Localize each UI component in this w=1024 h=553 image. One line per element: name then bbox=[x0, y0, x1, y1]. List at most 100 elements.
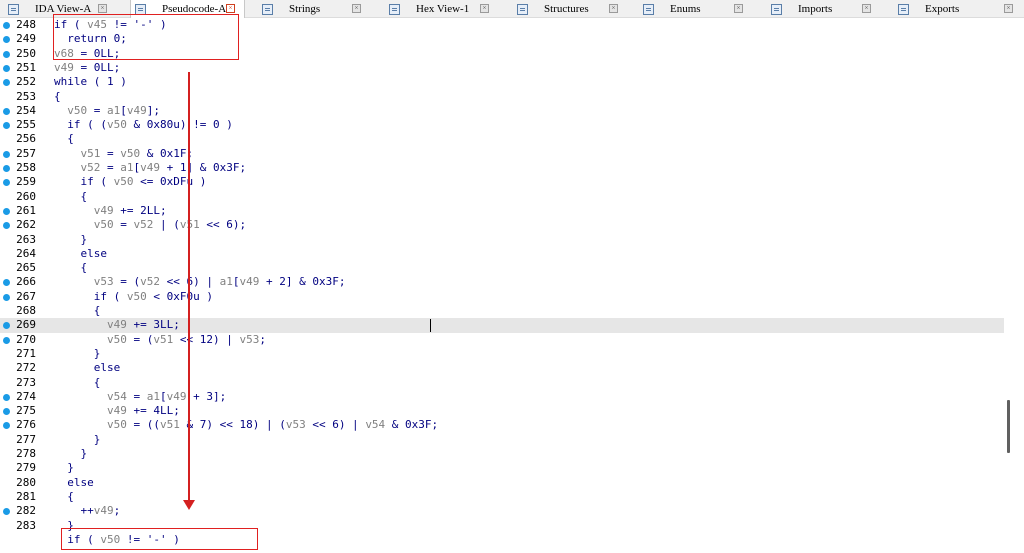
close-tab-icon[interactable]: × bbox=[734, 4, 743, 13]
code-line[interactable]: 261 v49 += 2LL; bbox=[0, 204, 1004, 218]
code-line[interactable]: 265 { bbox=[0, 261, 1004, 275]
line-number: 248 bbox=[16, 18, 36, 31]
breakpoint-dot-icon[interactable] bbox=[3, 36, 10, 44]
code-line[interactable]: 266 v53 = (v52 << 6) | a1[v49 + 2] & 0x3… bbox=[0, 275, 1004, 289]
line-number: 264 bbox=[16, 246, 36, 260]
code-line[interactable]: 279 } bbox=[0, 461, 1004, 475]
view-icon bbox=[389, 3, 400, 15]
code-line[interactable]: 263 } bbox=[0, 233, 1004, 247]
close-tab-icon[interactable]: × bbox=[352, 4, 361, 13]
tab-label: Structures bbox=[544, 3, 589, 15]
source-text: else bbox=[54, 361, 121, 375]
tab-label: Hex View-1 bbox=[416, 3, 470, 15]
breakpoint-dot-icon[interactable] bbox=[3, 322, 10, 330]
line-number: 280 bbox=[16, 475, 36, 489]
breakpoint-dot-icon[interactable] bbox=[3, 336, 10, 344]
breakpoint-dot-icon[interactable] bbox=[3, 50, 10, 58]
code-line[interactable]: 270 v50 = (v51 << 12) | v53; bbox=[0, 333, 1004, 347]
code-line[interactable]: 272 else bbox=[0, 361, 1004, 375]
breakpoint-dot-icon[interactable] bbox=[3, 408, 10, 416]
tab-imports[interactable]: Imports × bbox=[767, 0, 880, 18]
breakpoint-dot-icon[interactable] bbox=[3, 64, 10, 72]
close-tab-icon[interactable]: × bbox=[98, 4, 107, 13]
code-line[interactable]: 268 { bbox=[0, 304, 1004, 318]
code-line[interactable]: 259 if ( v50 <= 0xDFu ) bbox=[0, 175, 1004, 189]
tab-label: Exports bbox=[925, 3, 960, 15]
source-text: v50 = v52 | (v51 << 6); bbox=[93, 218, 247, 232]
source-text: v50 = (v51 << 12) | v53; bbox=[106, 332, 266, 346]
tab-label: Imports bbox=[798, 3, 833, 15]
code-line[interactable]: 282 ++v49; bbox=[0, 504, 1004, 518]
code-line[interactable]: 277 } bbox=[0, 433, 1004, 447]
line-number: 273 bbox=[16, 375, 36, 389]
code-line[interactable]: 260 { bbox=[0, 190, 1004, 204]
code-line[interactable]: 253 { bbox=[0, 90, 1004, 104]
code-line[interactable]: 276 v50 = ((v51 & 7) << 18) | (v53 << 6)… bbox=[0, 418, 1004, 432]
line-number: 249 bbox=[16, 32, 36, 46]
code-line[interactable]: 258 v52 = a1[v49 + 1] & 0x3F; bbox=[0, 161, 1004, 175]
tab-enums[interactable]: Enums × bbox=[639, 0, 752, 18]
scrollbar-thumb[interactable] bbox=[1007, 400, 1010, 453]
source-text: } bbox=[54, 447, 88, 460]
code-line[interactable]: 255 if ( (v50 & 0x80u) != 0 ) bbox=[0, 118, 1004, 132]
code-line[interactable]: 256 { bbox=[0, 132, 1004, 146]
breakpoint-dot-icon[interactable] bbox=[3, 508, 10, 516]
breakpoint-dot-icon[interactable] bbox=[3, 122, 10, 130]
source-text: if ( v50 <= 0xDFu ) bbox=[54, 175, 207, 189]
code-line[interactable]: 254 v50 = a1[v49]; bbox=[0, 104, 1004, 118]
code-line[interactable]: 281 { bbox=[0, 490, 1004, 504]
code-line[interactable]: 275 v49 += 4LL; bbox=[0, 404, 1004, 418]
breakpoint-dot-icon[interactable] bbox=[3, 179, 10, 187]
view-icon bbox=[898, 3, 909, 15]
tab-label: Strings bbox=[289, 3, 321, 15]
code-line[interactable]: 267 if ( v50 < 0xF0u ) bbox=[0, 290, 1004, 304]
code-line[interactable]: 271 } bbox=[0, 347, 1004, 361]
tab-hex-view-1[interactable]: Hex View-1 × bbox=[385, 0, 498, 18]
line-number: 276 bbox=[16, 418, 36, 432]
close-tab-icon[interactable]: × bbox=[862, 4, 871, 13]
vertical-scrollbar[interactable] bbox=[1004, 18, 1024, 553]
breakpoint-dot-icon[interactable] bbox=[3, 22, 10, 29]
line-number: 262 bbox=[16, 218, 36, 232]
code-line[interactable]: 257 v51 = v50 & 0x1F; bbox=[0, 147, 1004, 161]
code-line[interactable]: 274 v54 = a1[v49 + 3]; bbox=[0, 390, 1004, 404]
source-text: v49 += 3LL; bbox=[106, 318, 180, 332]
breakpoint-dot-icon[interactable] bbox=[3, 279, 10, 287]
breakpoint-dot-icon[interactable] bbox=[3, 207, 10, 215]
code-line[interactable]: 280 else bbox=[0, 476, 1004, 490]
source-text: { bbox=[54, 304, 101, 317]
line-number: 250 bbox=[16, 46, 36, 60]
breakpoint-dot-icon[interactable] bbox=[3, 222, 10, 230]
line-number: 266 bbox=[16, 275, 36, 289]
tab-structures[interactable]: Structures × bbox=[513, 0, 627, 18]
line-number: 251 bbox=[16, 60, 36, 74]
close-tab-icon[interactable]: × bbox=[1004, 4, 1013, 13]
line-number: 267 bbox=[16, 289, 36, 303]
tab-exports[interactable]: Exports × bbox=[894, 0, 1022, 18]
breakpoint-dot-icon[interactable] bbox=[3, 165, 10, 172]
code-line[interactable]: 278 } bbox=[0, 447, 1004, 461]
breakpoint-dot-icon[interactable] bbox=[3, 79, 10, 87]
view-icon bbox=[8, 3, 19, 15]
breakpoint-dot-icon[interactable] bbox=[3, 422, 10, 430]
code-line[interactable]: 273 { bbox=[0, 376, 1004, 390]
close-tab-icon[interactable]: × bbox=[609, 4, 618, 13]
tab-strings[interactable]: Strings × bbox=[258, 0, 370, 18]
code-line[interactable]: 264 else bbox=[0, 247, 1004, 261]
pseudocode-view[interactable]: 248 if ( v45 != '-' ) 249 return 0; 250 v68 … bbox=[0, 18, 1004, 553]
code-line[interactable]: 251 v49 = 0LL; bbox=[0, 61, 1004, 75]
breakpoint-dot-icon[interactable] bbox=[3, 393, 10, 401]
breakpoint-dot-icon[interactable] bbox=[3, 150, 10, 158]
source-text: if ( (v50 & 0x80u) != 0 ) bbox=[54, 118, 233, 132]
line-number: 252 bbox=[16, 75, 36, 89]
line-number: 281 bbox=[16, 489, 36, 503]
close-tab-icon[interactable]: × bbox=[226, 4, 235, 13]
code-line[interactable]: 262 v50 = v52 | (v51 << 6); bbox=[0, 218, 1004, 232]
breakpoint-dot-icon[interactable] bbox=[3, 293, 10, 301]
code-line[interactable]: 269 v49 += 3LL; bbox=[0, 318, 1004, 333]
breakpoint-dot-icon[interactable] bbox=[3, 107, 10, 115]
code-line[interactable]: 252 while ( 1 ) bbox=[0, 75, 1004, 89]
close-tab-icon[interactable]: × bbox=[480, 4, 489, 13]
source-text: else bbox=[54, 246, 107, 260]
source-text: else bbox=[54, 475, 94, 489]
